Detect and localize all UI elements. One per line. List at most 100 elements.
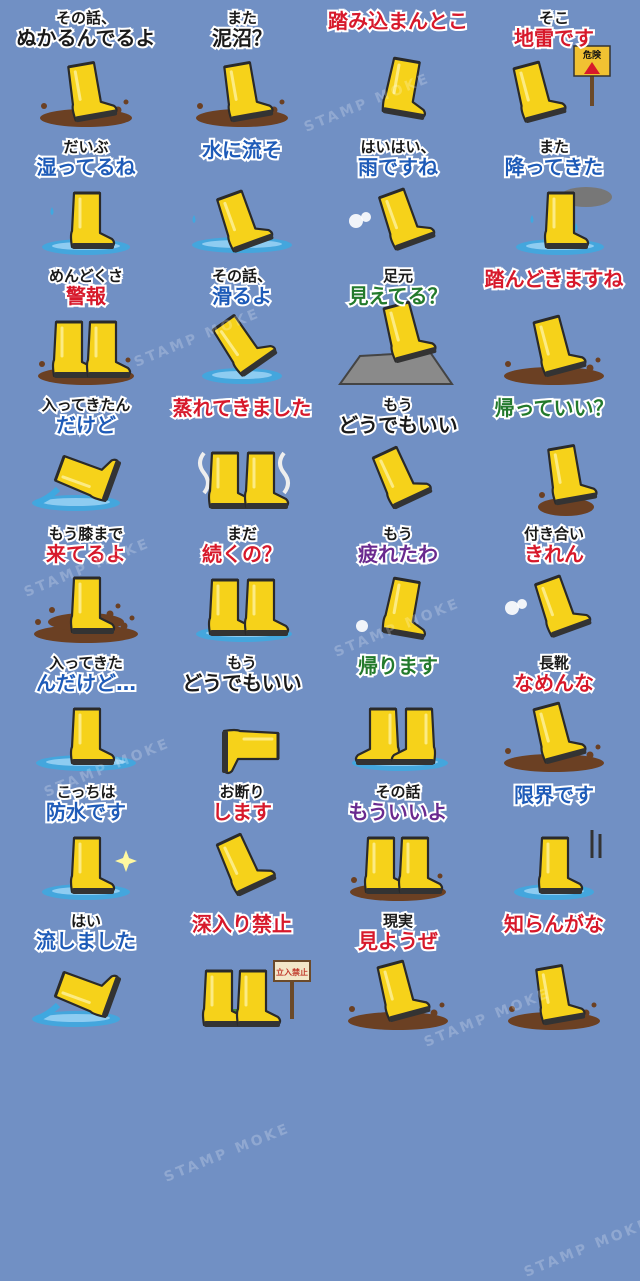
sticker-caption: また 泥沼？: [164, 8, 320, 50]
caption-line: ぬかるんでるよ: [15, 25, 158, 51]
sticker-caption: 足元 見えてる？: [320, 266, 476, 308]
sticker-item[interactable]: 長靴 なめんな: [476, 651, 632, 780]
sign-text: 立入禁止: [276, 967, 308, 977]
sticker-caption: 現実 見ようぜ: [320, 911, 476, 953]
caption-line: 警報: [64, 283, 108, 309]
sticker-item[interactable]: また 降ってきた: [476, 135, 632, 264]
sticker-caption: その話 もういいよ: [320, 782, 476, 825]
sticker-caption: 水に流そ: [164, 137, 320, 163]
sticker-caption: その話、 滑るよ: [164, 266, 320, 309]
sticker-item[interactable]: 現実 見ようぜ: [320, 909, 476, 1038]
caption-line: その話、: [210, 266, 274, 286]
sticker-caption: 帰っていい？: [476, 395, 632, 421]
caption-line: その話: [373, 782, 422, 802]
sticker-caption: はい 流しました: [8, 911, 164, 954]
caption-line: はいはい、: [358, 137, 437, 157]
sticker-caption: 踏んどきますね: [476, 266, 632, 292]
caption-line: します: [210, 799, 274, 825]
sticker-item[interactable]: 付き合い きれん: [476, 522, 632, 651]
caption-line: 入ってきた: [47, 653, 125, 673]
caption-line: なめんな: [512, 670, 596, 696]
sticker-caption: もう どうでもいい: [164, 653, 320, 696]
sticker-caption: めんどくさ 警報: [8, 266, 164, 309]
sticker-item[interactable]: 帰っていい？: [476, 393, 632, 522]
caption-line: 足元: [381, 266, 415, 286]
caption-line: もう: [381, 395, 415, 415]
caption-line: もう: [381, 524, 415, 544]
sticker-item[interactable]: 危険 そこ 地雷です: [476, 6, 632, 135]
sticker-item[interactable]: はい 流しました: [8, 909, 164, 1038]
caption-line: 疲れたわ: [356, 541, 440, 567]
sticker-caption: 入ってきたん だけど: [8, 395, 164, 438]
sticker-caption: お断り します: [164, 782, 320, 825]
caption-line: 水に流そ: [200, 137, 284, 163]
sticker-item[interactable]: その話、 ぬかるんでるよ: [8, 6, 164, 135]
caption-line: 流しました: [34, 928, 138, 954]
caption-line: 現実: [381, 911, 415, 931]
caption-line: どうでもいい: [180, 670, 304, 696]
caption-line: 帰っていい？: [493, 395, 616, 421]
caption-line: 湿ってるね: [35, 154, 138, 180]
sticker-item[interactable]: 限界です: [476, 780, 632, 909]
sticker-item[interactable]: その話 もういいよ: [320, 780, 476, 909]
caption-line: はい: [69, 911, 103, 931]
caption-line: また: [537, 137, 571, 157]
sticker-item[interactable]: まだ 続くの？: [164, 522, 320, 651]
caption-line: 滑るよ: [210, 283, 274, 309]
watermark: STAMP MOKE: [521, 1215, 640, 1281]
sticker-item[interactable]: 帰ります: [320, 651, 476, 780]
sticker-item[interactable]: 蒸れてきました: [164, 393, 320, 522]
sticker-caption: はいはい、 雨ですね: [320, 137, 476, 180]
sticker-caption: 踏み込まんとこ: [320, 8, 476, 34]
sticker-caption: 限界です: [476, 782, 632, 808]
caption-line: 防水です: [44, 799, 128, 825]
sticker-item[interactable]: お断り します: [164, 780, 320, 909]
sign-text: 危険: [582, 49, 602, 61]
sticker-item[interactable]: 踏んどきますね: [476, 264, 632, 393]
caption-line: 雨ですね: [356, 154, 440, 180]
sticker-item[interactable]: もう どうでもいい: [320, 393, 476, 522]
sticker-caption: こっちは 防水です: [8, 782, 164, 825]
sticker-item[interactable]: もう どうでもいい: [164, 651, 320, 780]
sticker-caption: そこ 地雷です: [476, 8, 632, 51]
sticker-item[interactable]: めんどくさ 警報: [8, 264, 164, 393]
caption-line: 限界です: [512, 782, 596, 808]
sticker-caption: だいぶ 湿ってるね: [8, 137, 164, 180]
sticker-caption: まだ 続くの？: [164, 524, 320, 567]
caption-line: だけど: [54, 412, 118, 438]
caption-line: もういいよ: [347, 799, 450, 825]
watermark: STAMP MOKE: [161, 1120, 293, 1186]
sticker-caption: もう どうでもいい: [320, 395, 476, 438]
caption-line: だいぶ: [61, 137, 110, 157]
sticker-caption: また 降ってきた: [476, 137, 632, 179]
sticker-caption: 蒸れてきました: [164, 395, 320, 421]
sticker-caption: 知らんがな: [476, 911, 632, 937]
caption-line: きれん: [522, 541, 586, 567]
sticker-caption: 深入り禁止: [164, 911, 320, 937]
caption-line: 深入り禁止: [190, 911, 294, 937]
caption-line: 入ってきたん: [40, 395, 133, 415]
caption-line: 蒸れてきました: [171, 395, 314, 421]
caption-line: もう: [225, 653, 259, 673]
caption-line: どうでもいい: [336, 412, 460, 438]
sticker-item[interactable]: また 泥沼？: [164, 6, 320, 135]
caption-line: 地雷です: [512, 25, 596, 51]
sticker-item[interactable]: 水に流そ: [164, 135, 320, 264]
sticker-item[interactable]: 立入禁止 深入り禁止: [164, 909, 320, 1038]
sticker-caption: 長靴 なめんな: [476, 653, 632, 696]
sticker-caption: その話、 ぬかるんでるよ: [8, 8, 164, 51]
sticker-item[interactable]: 足元 見えてる？: [320, 264, 476, 393]
sticker-item[interactable]: 入ってきたん だけど: [8, 393, 164, 522]
caption-line: また: [225, 8, 259, 28]
sticker-item[interactable]: だいぶ 湿ってるね: [8, 135, 164, 264]
caption-line: その話、: [54, 8, 118, 28]
sticker-caption: 付き合い きれん: [476, 524, 632, 567]
sticker-item[interactable]: こっちは 防水です: [8, 780, 164, 909]
caption-line: 踏んどきますね: [483, 266, 626, 292]
caption-line: まだ: [225, 524, 259, 544]
caption-line: こっちは: [55, 782, 118, 802]
sticker-item[interactable]: はいはい、 雨ですね: [320, 135, 476, 264]
sticker-caption: 入ってきた んだけど…: [8, 653, 164, 695]
caption-line: 続くの？: [200, 541, 284, 567]
caption-line: 踏み込まんとこ: [326, 8, 470, 34]
